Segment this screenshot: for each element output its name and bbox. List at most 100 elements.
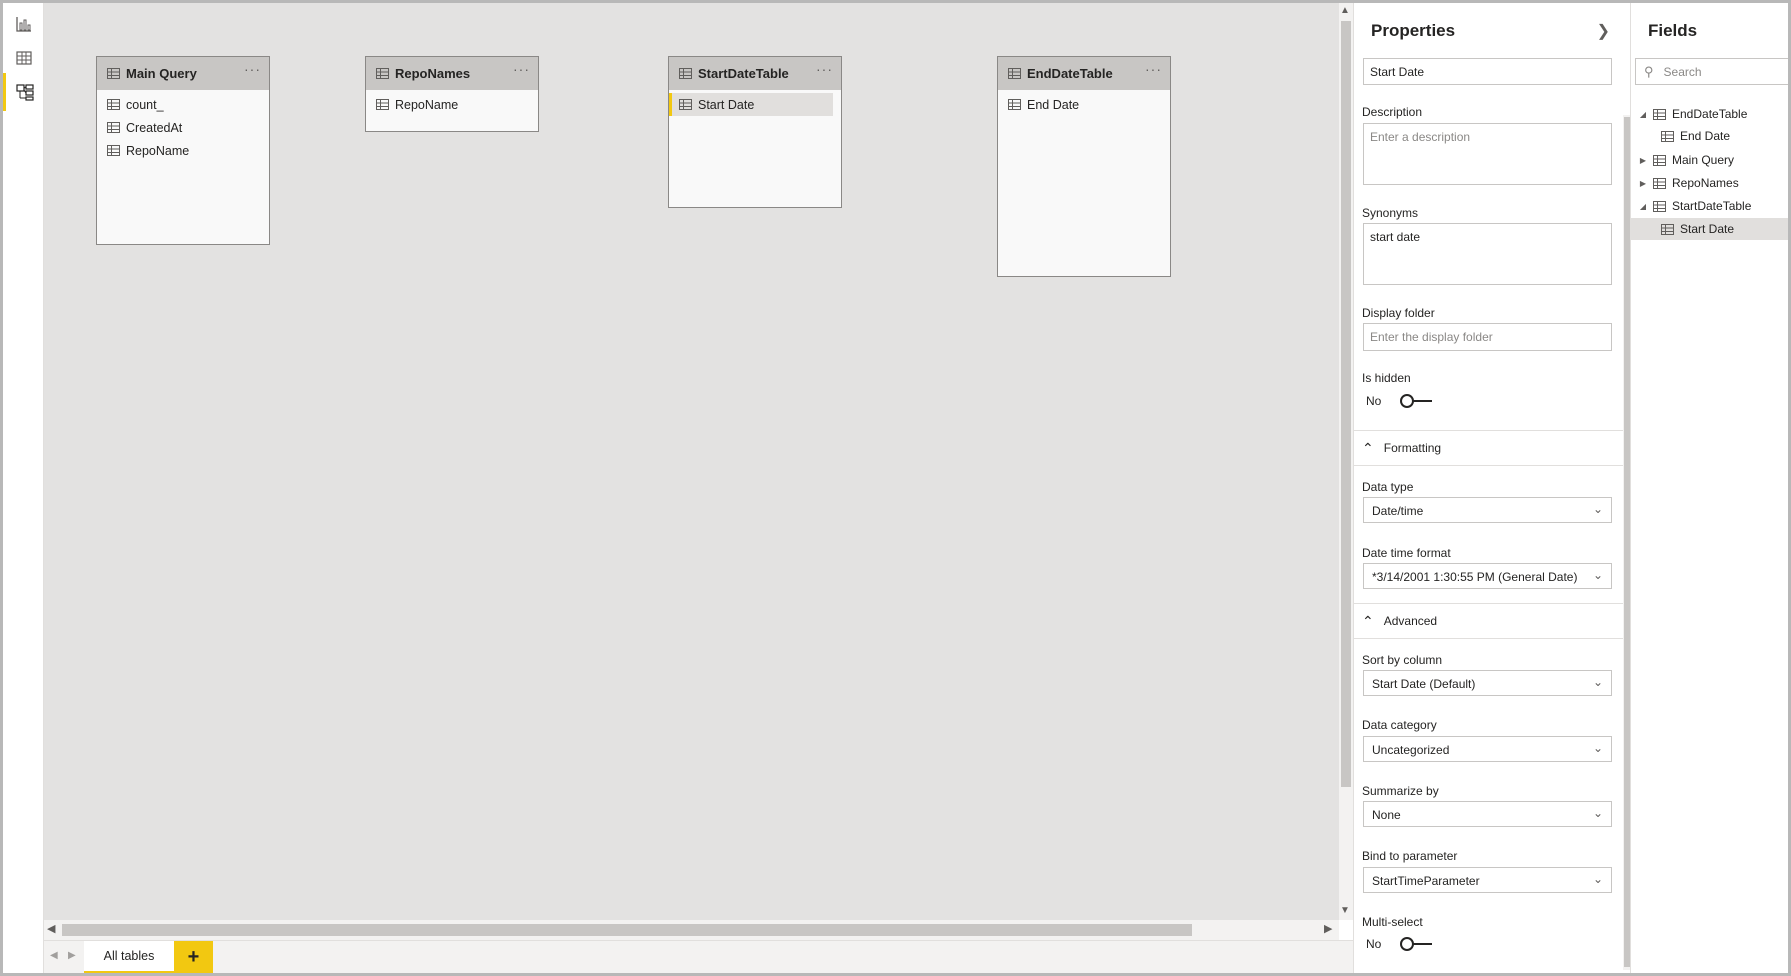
- scroll-left-icon[interactable]: ◀: [47, 922, 55, 935]
- fields-tree-table-startdatetable[interactable]: ◢ StartDateTable: [1631, 195, 1789, 217]
- table-title: EndDateTable: [1027, 66, 1113, 81]
- column-icon: [679, 99, 692, 110]
- summarize-by-select[interactable]: None ⌄: [1363, 801, 1612, 827]
- table-card-startdatetable[interactable]: StartDateTable ··· Start Date: [668, 56, 842, 208]
- collapse-caret-icon[interactable]: ◢: [1637, 110, 1649, 119]
- canvas-horizontal-scrollbar[interactable]: ◀ ▶: [44, 920, 1339, 940]
- scrollbar-thumb[interactable]: [1341, 21, 1351, 787]
- advanced-section-header[interactable]: ⌃ Advanced: [1354, 603, 1626, 639]
- is-hidden-toggle[interactable]: [1400, 394, 1432, 408]
- tab-next-icon[interactable]: ▶: [68, 950, 76, 961]
- display-folder-field[interactable]: Enter the display folder: [1363, 323, 1612, 351]
- more-options-icon[interactable]: ···: [816, 61, 833, 77]
- is-hidden-label: Is hidden: [1362, 371, 1411, 385]
- fields-tree-table-reponames[interactable]: ▶ RepoNames: [1631, 172, 1789, 194]
- report-view-button[interactable]: [3, 5, 44, 43]
- multi-select-toggle-row[interactable]: No: [1366, 937, 1432, 951]
- fields-tree-label: EndDateTable: [1672, 107, 1748, 121]
- layout-tab-bar: ◀ ▶ All tables +: [44, 940, 1353, 974]
- scroll-right-icon[interactable]: ▶: [1324, 922, 1332, 935]
- data-type-value: Date/time: [1372, 504, 1424, 518]
- chevron-down-icon: ⌄: [1592, 872, 1603, 886]
- formatting-label: Formatting: [1383, 441, 1442, 455]
- fields-tree-table-main-query[interactable]: ▶ Main Query: [1631, 149, 1789, 171]
- collapse-chevron-icon[interactable]: ❯: [1597, 21, 1610, 41]
- column-row[interactable]: RepoName: [366, 93, 538, 116]
- column-icon: [107, 145, 120, 156]
- data-category-select[interactable]: Uncategorized ⌄: [1363, 736, 1612, 762]
- collapse-caret-icon[interactable]: ◢: [1637, 202, 1649, 211]
- column-name: RepoName: [126, 143, 190, 158]
- canvas-vertical-scrollbar[interactable]: ▲ ▼: [1339, 3, 1353, 920]
- model-canvas[interactable]: Main Query ··· count_ CreatedAt RepoName…: [44, 3, 1339, 920]
- column-icon: [376, 99, 389, 110]
- fields-tree-table-enddatetable[interactable]: ◢ EndDateTable: [1631, 103, 1789, 125]
- column-row[interactable]: CreatedAt: [97, 116, 269, 139]
- name-field[interactable]: Start Date: [1363, 58, 1612, 85]
- description-label: Description: [1362, 105, 1423, 119]
- tab-all-tables[interactable]: All tables: [84, 941, 174, 974]
- chevron-up-icon: ⌃: [1362, 612, 1374, 629]
- bind-to-parameter-select[interactable]: StartTimeParameter ⌄: [1363, 867, 1612, 893]
- fields-title: Fields: [1648, 21, 1698, 40]
- tab-prev-icon[interactable]: ◀: [50, 950, 58, 961]
- sort-by-column-label: Sort by column: [1362, 653, 1443, 667]
- fields-tree-column-start-date[interactable]: Start Date: [1631, 218, 1789, 240]
- column-row[interactable]: count_: [97, 93, 269, 116]
- is-hidden-toggle-row[interactable]: No: [1366, 394, 1432, 408]
- column-icon: [107, 99, 120, 110]
- multi-select-label: Multi-select: [1362, 915, 1423, 929]
- column-row[interactable]: RepoName: [97, 139, 269, 162]
- table-card-header[interactable]: EndDateTable ···: [998, 57, 1170, 90]
- data-view-button[interactable]: [3, 39, 44, 77]
- synonyms-field[interactable]: start date: [1363, 223, 1612, 285]
- column-row-selected[interactable]: Start Date: [669, 93, 833, 116]
- description-field[interactable]: Enter a description: [1363, 123, 1612, 185]
- bind-to-parameter-label: Bind to parameter: [1362, 849, 1458, 863]
- properties-pane: Properties ❯ Start Date Description Ente…: [1353, 3, 1631, 973]
- table-card-main-query[interactable]: Main Query ··· count_ CreatedAt RepoName: [96, 56, 270, 245]
- column-name: RepoName: [395, 97, 459, 112]
- table-title: Main Query: [126, 66, 197, 81]
- bar-chart-icon: [15, 17, 31, 32]
- sort-by-column-select[interactable]: Start Date (Default) ⌄: [1363, 670, 1612, 696]
- column-row[interactable]: End Date: [998, 93, 1170, 116]
- fields-search-input[interactable]: ⚲ Search: [1635, 58, 1791, 85]
- column-icon: [1661, 223, 1674, 235]
- search-placeholder: Search: [1663, 64, 1702, 79]
- table-card-enddatetable[interactable]: EndDateTable ··· End Date: [997, 56, 1171, 277]
- column-icon: [1661, 130, 1674, 142]
- table-card-reponames[interactable]: RepoNames ··· RepoName: [365, 56, 539, 132]
- chevron-up-icon: ⌃: [1362, 439, 1374, 456]
- multi-select-toggle[interactable]: [1400, 937, 1432, 951]
- table-icon: [1008, 68, 1021, 79]
- table-card-header[interactable]: StartDateTable ···: [669, 57, 841, 90]
- column-name: End Date: [1027, 97, 1080, 112]
- summarize-by-label: Summarize by: [1362, 784, 1439, 798]
- table-icon: [1653, 200, 1666, 212]
- fields-tree-column-end-date[interactable]: End Date: [1631, 125, 1789, 147]
- date-time-format-select[interactable]: *3/14/2001 1:30:55 PM (General Date) ⌄: [1363, 563, 1612, 589]
- fields-tree-label: StartDateTable: [1672, 199, 1752, 213]
- more-options-icon[interactable]: ···: [244, 61, 261, 77]
- column-name: Start Date: [698, 97, 755, 112]
- multi-select-value: No: [1366, 937, 1382, 951]
- more-options-icon[interactable]: ···: [1145, 61, 1162, 77]
- model-view-button[interactable]: [3, 73, 44, 111]
- expand-caret-icon[interactable]: ▶: [1637, 179, 1649, 188]
- more-options-icon[interactable]: ···: [513, 61, 530, 77]
- fields-tree-label: Start Date: [1680, 222, 1735, 236]
- table-card-header[interactable]: RepoNames ···: [366, 57, 538, 90]
- expand-caret-icon[interactable]: ▶: [1637, 156, 1649, 165]
- scroll-down-icon[interactable]: ▼: [1340, 905, 1350, 916]
- chevron-down-icon: ⌄: [1592, 675, 1603, 689]
- scrollbar-thumb[interactable]: [62, 924, 1192, 936]
- table-card-header[interactable]: Main Query ···: [97, 57, 269, 90]
- table-title: StartDateTable: [698, 66, 789, 81]
- formatting-section-header[interactable]: ⌃ Formatting: [1354, 430, 1626, 466]
- summarize-by-value: None: [1372, 808, 1401, 822]
- table-icon: [1653, 177, 1666, 189]
- data-type-select[interactable]: Date/time ⌄: [1363, 497, 1612, 523]
- scroll-up-icon[interactable]: ▲: [1340, 5, 1350, 16]
- add-layout-button[interactable]: +: [174, 941, 213, 974]
